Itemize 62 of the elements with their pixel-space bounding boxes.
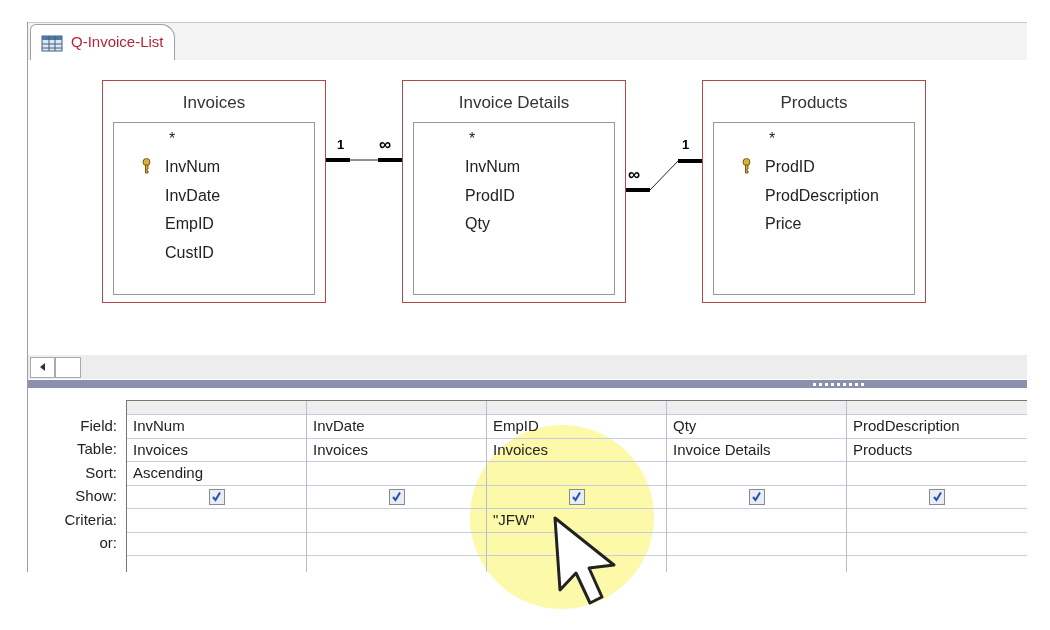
table-box[interactable]: Invoices * InvNum InvDate EmpID CustID — [102, 80, 326, 303]
show-checkbox[interactable] — [748, 488, 765, 505]
row-label: Field: — [80, 415, 117, 436]
check-icon — [391, 491, 402, 503]
table-title: Invoices — [182, 92, 246, 114]
join-label: 1 — [337, 138, 345, 151]
grid-cell-text[interactable]: Invoices — [493, 438, 549, 461]
field-name[interactable]: InvDate — [165, 183, 221, 208]
grid-cell-text[interactable]: Products — [853, 438, 913, 461]
field-name[interactable]: ProdID — [765, 155, 815, 180]
query-icon — [41, 33, 63, 52]
join-label: ∞ — [379, 136, 392, 153]
check-icon — [931, 491, 943, 503]
field-name[interactable]: * — [765, 126, 776, 151]
field-name[interactable]: InvNum — [465, 155, 521, 180]
scroll-thumb[interactable] — [55, 356, 81, 378]
field-name[interactable]: Price — [765, 212, 802, 237]
row-label: or: — [99, 533, 117, 553]
grid-cell-text[interactable]: Ascending — [133, 462, 204, 485]
grid-cell-text[interactable]: ProdDescription — [853, 415, 960, 438]
grid-cell-text[interactable]: EmpID — [493, 415, 539, 438]
grid-cell-text[interactable]: InvDate — [313, 415, 365, 438]
check-icon — [751, 491, 762, 503]
scroll-left-button[interactable] — [30, 356, 55, 378]
grip-icon — [813, 381, 867, 387]
table-box[interactable]: Products * ProdID ProdDescription Price — [702, 80, 926, 303]
key-icon — [741, 158, 752, 175]
row-label: Table: — [76, 439, 117, 459]
field-name[interactable]: InvNum — [165, 155, 221, 180]
grid-cell-text[interactable]: Invoices — [133, 438, 189, 461]
query-tab[interactable]: Q-Invoice-List — [30, 24, 175, 60]
field-name[interactable]: CustID — [165, 240, 214, 265]
left-arrow-icon — [40, 363, 45, 371]
row-label: Show: — [75, 486, 117, 506]
check-icon — [211, 491, 222, 503]
grid-cell-text[interactable]: InvNum — [133, 415, 185, 438]
field-name[interactable]: Qty — [465, 212, 490, 237]
field-name[interactable]: ProdID — [465, 183, 515, 208]
field-name[interactable]: EmpID — [165, 212, 214, 237]
horizontal-scrollbar[interactable] — [28, 355, 1027, 379]
row-label: Sort: — [85, 462, 117, 483]
table-title: Products — [780, 92, 848, 114]
join-line[interactable] — [626, 158, 702, 194]
table-box[interactable]: Invoice Details * InvNum ProdID Qty — [402, 80, 626, 303]
grid-cell-text[interactable]: "JFW" — [493, 509, 535, 532]
show-checkbox[interactable] — [388, 488, 405, 505]
grid-cell-text[interactable]: Invoices — [313, 438, 369, 461]
join-label: 1 — [682, 138, 690, 151]
field-name[interactable]: * — [465, 126, 476, 151]
show-checkbox[interactable] — [208, 488, 225, 505]
tab-title: Q-Invoice-List — [71, 32, 164, 53]
row-label: Criteria: — [64, 509, 117, 530]
mouse-pointer-icon — [552, 515, 618, 607]
join-label: ∞ — [628, 166, 641, 183]
check-icon — [571, 491, 582, 503]
grid-cell-text[interactable]: Invoice Details — [673, 438, 771, 461]
grid-cell-text[interactable]: Qty — [673, 415, 697, 438]
field-name[interactable]: * — [165, 126, 176, 151]
field-name[interactable]: ProdDescription — [765, 183, 879, 208]
table-title: Invoice Details — [458, 92, 570, 114]
show-checkbox[interactable] — [929, 488, 945, 505]
key-icon — [141, 158, 152, 175]
